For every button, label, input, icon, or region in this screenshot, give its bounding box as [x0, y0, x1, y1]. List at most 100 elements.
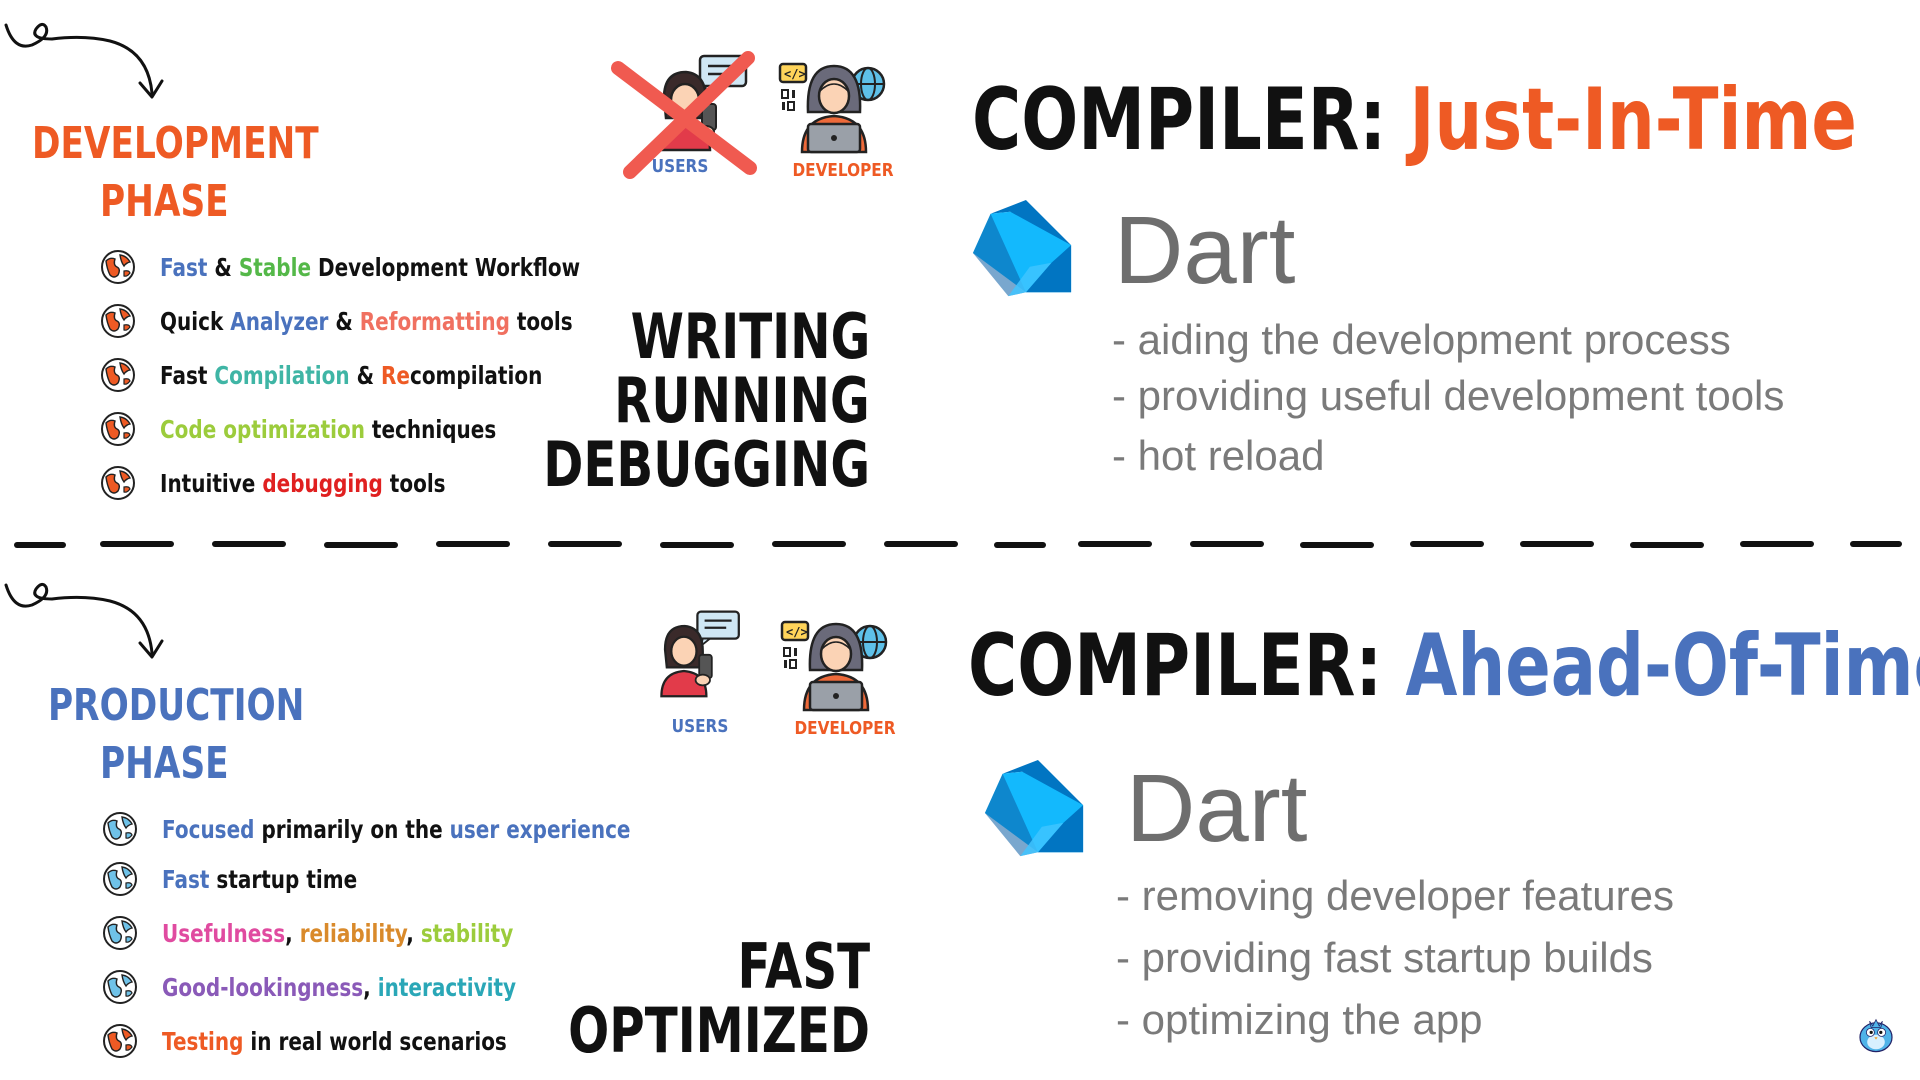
divider-dash	[100, 541, 174, 547]
action-word: OPTIMIZED	[568, 994, 870, 1067]
phase-title-line2: PHASE	[100, 738, 229, 789]
cross-out-mark	[611, 51, 757, 179]
compiler-title-jit: COMPILER: Just-In-Time	[972, 70, 1857, 170]
list-item: Fast startup time	[102, 858, 406, 900]
list-item: Testing in real world scenarios	[102, 1020, 593, 1062]
text-segment: primarily on the	[254, 814, 450, 844]
divider-dash	[1300, 542, 1374, 548]
dart-logo-icon	[968, 198, 1078, 306]
action-word: DEBUGGING	[543, 428, 870, 501]
text-segment: Code optimization	[160, 414, 365, 444]
blue-globe-bullet-icon	[102, 969, 138, 1005]
action-word: RUNNING	[614, 364, 870, 437]
text-segment: Fast	[162, 864, 210, 894]
divider-dash	[436, 541, 510, 547]
list-item-text: Quick Analyzer & Reformatting tools	[160, 307, 573, 336]
dart-logo-icon	[980, 758, 1090, 866]
compiler-type: Ahead-Of-Time	[1405, 616, 1920, 716]
text-segment: tools	[382, 468, 446, 498]
list-item-text: Fast & Stable Development Workflow	[160, 253, 580, 282]
phase-title-line1: PRODUCTION	[48, 680, 305, 731]
divider-dash	[1410, 541, 1484, 547]
user-with-chat-icon	[656, 606, 746, 700]
action-word: FAST	[737, 930, 870, 1003]
compiler-label: COMPILER:	[972, 70, 1387, 170]
section-divider	[0, 538, 1920, 550]
text-segment: Focused	[162, 814, 255, 844]
divider-dash	[884, 541, 958, 547]
feature-item: - providing fast startup builds	[1116, 934, 1653, 981]
divider-dash	[1078, 541, 1152, 547]
text-segment: in real world scenarios	[243, 1026, 507, 1056]
divider-dash	[1850, 541, 1902, 547]
feature-item: - optimizing the app	[1116, 996, 1483, 1043]
text-segment: techniques	[364, 414, 497, 444]
text-segment: &	[349, 360, 381, 390]
text-segment: &	[328, 306, 360, 336]
text-segment: Intuitive	[160, 468, 263, 498]
list-item: Good-lookingness, interactivity	[102, 966, 605, 1008]
text-segment: ,	[285, 918, 300, 948]
blue-globe-bullet-icon	[102, 915, 138, 951]
text-segment: Good-lookingness	[162, 972, 364, 1002]
developer-figure: DEVELOPER	[780, 612, 910, 746]
text-segment: Quick	[160, 306, 231, 336]
list-item-text: Focused primarily on the user experience	[162, 815, 630, 844]
list-item: Quick Analyzer & Reformatting tools	[100, 300, 676, 342]
text-segment: Testing	[162, 1026, 244, 1056]
orange-globe-bullet-icon	[100, 303, 136, 339]
text-segment: reliability	[299, 918, 407, 948]
text-segment: compilation	[409, 360, 543, 390]
text-segment: user experience	[449, 814, 631, 844]
developer-caption: DEVELOPER	[794, 718, 896, 739]
list-item-text: Code optimization techniques	[160, 415, 496, 444]
divider-dash	[1520, 541, 1594, 547]
feature-item: - providing useful development tools	[1112, 372, 1785, 419]
text-segment: Development Workflow	[311, 252, 581, 282]
text-segment: Fast	[160, 252, 208, 282]
list-item-text: Fast startup time	[162, 865, 357, 894]
compiler-label: COMPILER:	[968, 616, 1383, 716]
feature-item: - aiding the development process	[1112, 316, 1731, 363]
text-segment: startup time	[209, 864, 358, 894]
text-segment: Reformatting	[359, 306, 510, 336]
text-segment: Re	[380, 360, 410, 390]
text-segment: ,	[363, 972, 378, 1002]
text-segment: debugging	[262, 468, 383, 498]
text-segment: Analyzer	[230, 306, 329, 336]
divider-dash	[994, 542, 1046, 548]
divider-dash	[1740, 541, 1814, 547]
feature-item: - removing developer features	[1116, 872, 1674, 919]
list-item-text: Fast Compilation & Recompilation	[160, 361, 542, 390]
developer-with-laptop-icon	[780, 612, 890, 712]
dash-mascot-icon	[1852, 1010, 1900, 1058]
orange-globe-bullet-icon	[100, 465, 136, 501]
dart-wordmark: Dart	[1126, 755, 1308, 862]
compiler-type: Just-In-Time	[1409, 70, 1857, 170]
list-item-text: Usefulness, reliability, stability	[162, 919, 513, 948]
blue-globe-bullet-icon	[102, 861, 138, 897]
phase-title-line2: PHASE	[100, 176, 229, 227]
text-segment: stability	[420, 918, 514, 948]
phase-title-line1: DEVELOPMENT	[32, 118, 319, 169]
orange-globe-bullet-icon	[102, 1023, 138, 1059]
divider-dash	[212, 541, 286, 547]
orange-globe-bullet-icon	[100, 249, 136, 285]
list-item: Focused primarily on the user experience	[102, 808, 748, 850]
text-segment: tools	[509, 306, 573, 336]
action-word: WRITING	[630, 300, 870, 373]
developer-with-laptop-icon	[778, 54, 888, 154]
text-segment: ,	[406, 918, 421, 948]
list-item: Code optimization techniques	[100, 408, 580, 450]
curly-arrow-icon	[2, 572, 172, 672]
curly-arrow-icon	[2, 12, 172, 112]
users-caption: USERS	[671, 716, 729, 737]
text-segment: Fast	[160, 360, 215, 390]
list-item: Intuitive debugging tools	[100, 462, 517, 504]
divider-dash	[14, 542, 66, 548]
list-item-text: Good-lookingness, interactivity	[162, 973, 516, 1002]
feature-item: - hot reload	[1112, 432, 1325, 479]
developer-figure: DEVELOPER	[778, 54, 894, 184]
text-segment: Usefulness	[162, 918, 286, 948]
dart-wordmark: Dart	[1114, 197, 1296, 304]
